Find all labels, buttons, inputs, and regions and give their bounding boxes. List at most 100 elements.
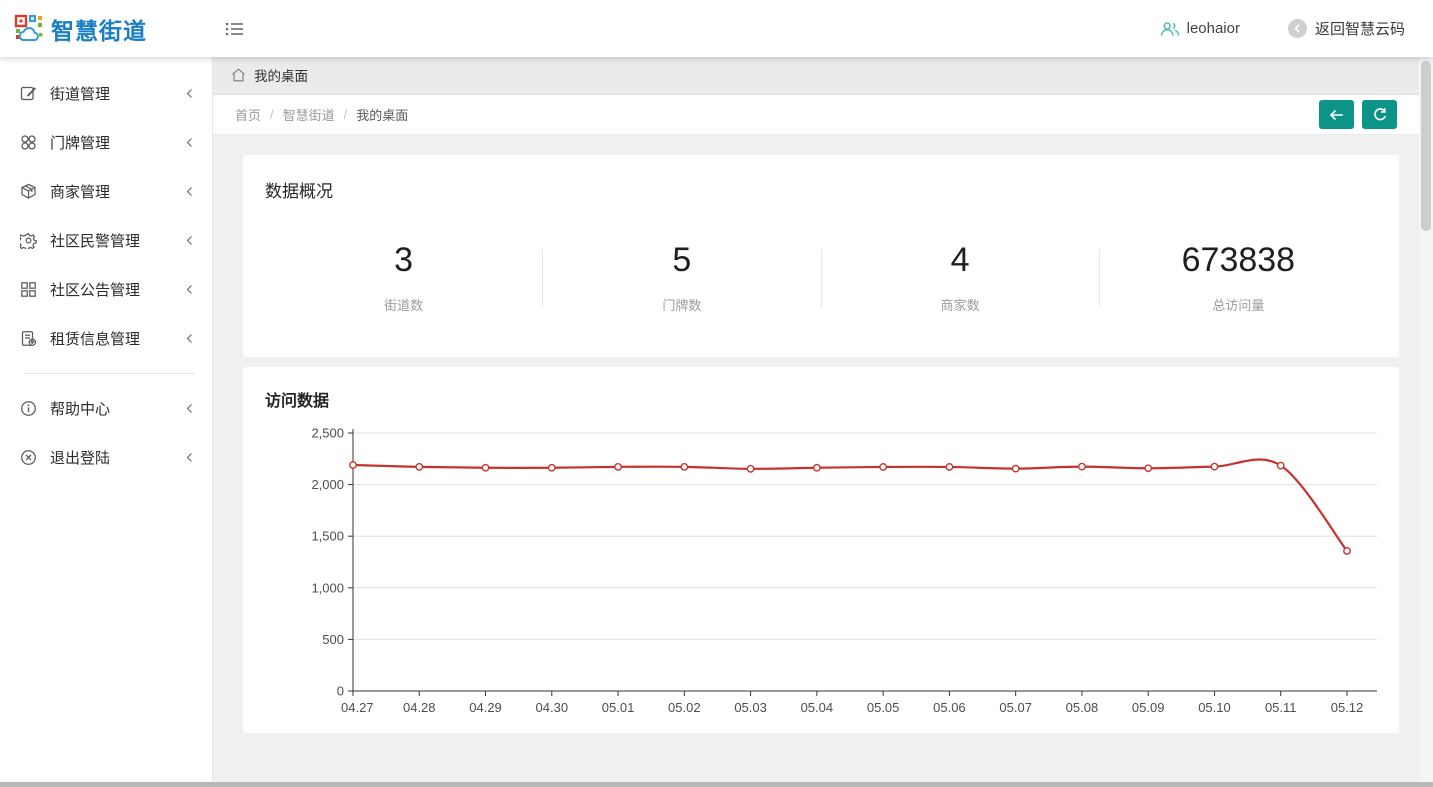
main-area: 我的桌面 首页 / 智慧街道 / 我的桌面 数据概况 (213, 57, 1419, 787)
chevron-left-icon (185, 452, 194, 463)
vertical-scrollbar[interactable] (1419, 57, 1433, 782)
svg-text:04.30: 04.30 (536, 700, 569, 715)
overview-card: 数据概况 3 街道数5 门牌数4 商家数673838总访问量 (243, 155, 1399, 357)
scrollbar-thumb[interactable] (1421, 61, 1431, 231)
stat-商家数: 4 商家数 (822, 242, 1099, 314)
chevron-left-icon (185, 186, 194, 197)
svg-text:2,000: 2,000 (311, 477, 344, 492)
arrow-left-icon (1328, 108, 1345, 122)
stat-label: 门牌数 (543, 295, 820, 314)
stat-value: 673838 (1100, 242, 1377, 279)
sidebar-item-label: 门牌管理 (50, 132, 110, 153)
appstore-icon (20, 134, 37, 151)
svg-text:04.29: 04.29 (469, 700, 502, 715)
sidebar-item-file-lock[interactable]: 租赁信息管理 (0, 314, 212, 363)
stat-总访问量: 673838总访问量 (1100, 242, 1377, 314)
svg-text:1,000: 1,000 (311, 580, 344, 595)
sidebar-item-label: 社区公告管理 (50, 279, 140, 300)
qr-cloud-logo-icon (14, 14, 44, 44)
chevron-left-icon (185, 284, 194, 295)
stat-label: 街道数 (265, 295, 542, 314)
stat-value: 3 (265, 242, 542, 279)
refresh-button[interactable] (1362, 100, 1397, 129)
team-icon (1160, 21, 1180, 37)
breadcrumb-separator: / (270, 107, 274, 122)
breadcrumb-bar: 首页 / 智慧街道 / 我的桌面 (213, 95, 1419, 135)
overview-title: 数据概况 (265, 177, 1377, 202)
chevron-left-icon (185, 333, 194, 344)
return-label: 返回智慧云码 (1315, 18, 1405, 39)
tab-label: 我的桌面 (254, 65, 308, 85)
sidebar-item-label: 社区民警管理 (50, 230, 140, 251)
file-lock-icon (20, 330, 37, 347)
app-header: 智慧街道 leohaior (0, 0, 1433, 57)
svg-text:05.01: 05.01 (602, 700, 635, 715)
sidebar-item-gear[interactable]: 社区民警管理 (0, 216, 212, 265)
visits-line-chart: 05001,0001,5002,0002,50004.2704.2804.290… (265, 425, 1377, 730)
svg-text:05.09: 05.09 (1132, 700, 1165, 715)
refresh-icon (1372, 107, 1388, 123)
breadcrumb-item[interactable]: 首页 (235, 105, 261, 124)
grid-icon (20, 281, 37, 298)
visits-title: 访问数据 (265, 387, 1377, 411)
svg-text:05.03: 05.03 (734, 700, 767, 715)
form-icon (20, 85, 37, 102)
svg-text:2,500: 2,500 (311, 426, 344, 441)
back-button[interactable] (1319, 100, 1354, 129)
sidebar-item-close-circle[interactable]: 退出登陆 (0, 433, 212, 482)
app-title: 智慧街道 (51, 12, 147, 46)
sidebar-item-label: 商家管理 (50, 181, 110, 202)
breadcrumb-item: 我的桌面 (356, 105, 408, 124)
toolbar (1319, 100, 1397, 129)
chevron-left-icon (185, 235, 194, 246)
svg-text:0: 0 (337, 684, 344, 699)
page: 智慧街道 leohaior (0, 0, 1433, 787)
user-menu[interactable]: leohaior (1160, 20, 1240, 37)
logo[interactable]: 智慧街道 (0, 12, 213, 46)
svg-text:05.02: 05.02 (668, 700, 701, 715)
return-cloud-button[interactable]: 返回智慧云码 (1288, 18, 1405, 39)
sidebar-item-label: 退出登陆 (50, 447, 110, 468)
breadcrumb-item[interactable]: 智慧街道 (283, 105, 335, 124)
svg-text:05.11: 05.11 (1265, 700, 1297, 715)
sidebar-divider (24, 373, 194, 374)
svg-text:04.27: 04.27 (341, 700, 374, 715)
svg-text:05.12: 05.12 (1331, 700, 1364, 715)
svg-text:04.28: 04.28 (403, 700, 436, 715)
sidebar-item-grid[interactable]: 社区公告管理 (0, 265, 212, 314)
username: leohaior (1187, 20, 1240, 37)
sidebar-item-label: 帮助中心 (50, 398, 110, 419)
sidebar-item-info-circle[interactable]: 帮助中心 (0, 384, 212, 433)
chevron-left-icon (185, 137, 194, 148)
svg-text:05.07: 05.07 (999, 700, 1032, 715)
svg-text:1,500: 1,500 (311, 529, 344, 544)
chevron-left-circle-icon (1288, 19, 1307, 38)
svg-text:05.05: 05.05 (867, 700, 900, 715)
svg-text:05.04: 05.04 (801, 700, 834, 715)
horizontal-scrollbar[interactable] (0, 782, 1433, 787)
list-menu-icon (225, 21, 244, 37)
sidebar-item-box[interactable]: 商家管理 (0, 167, 212, 216)
visits-card: 访问数据 05001,0001,5002,0002,50004.2704.280… (243, 367, 1399, 733)
stat-街道数: 3 街道数 (265, 242, 542, 314)
stats-row: 3 街道数5 门牌数4 商家数673838总访问量 (265, 242, 1377, 314)
menu-collapse-button[interactable] (225, 21, 244, 37)
sidebar-item-form[interactable]: 街道管理 (0, 69, 212, 118)
home-icon (231, 68, 246, 82)
stat-门牌数: 5 门牌数 (543, 242, 820, 314)
breadcrumb-separator: / (344, 107, 348, 122)
tab-strip: 我的桌面 (213, 57, 1419, 95)
breadcrumb: 首页 / 智慧街道 / 我的桌面 (235, 105, 408, 124)
sidebar-item-appstore[interactable]: 门牌管理 (0, 118, 212, 167)
svg-text:05.06: 05.06 (933, 700, 966, 715)
stat-value: 5 (543, 242, 820, 279)
info-circle-icon (20, 400, 37, 417)
svg-text:05.08: 05.08 (1066, 700, 1099, 715)
box-icon (20, 183, 37, 200)
stat-value: 4 (822, 242, 1099, 279)
close-circle-icon (20, 449, 37, 466)
sidebar: 街道管理 门牌管理 商家管理 社区民警管理 社区公告管理 租赁信息管理 帮助中心… (0, 57, 213, 787)
stat-label: 商家数 (822, 295, 1099, 314)
chevron-left-icon (185, 88, 194, 99)
tab-my-desktop[interactable]: 我的桌面 (213, 56, 326, 94)
